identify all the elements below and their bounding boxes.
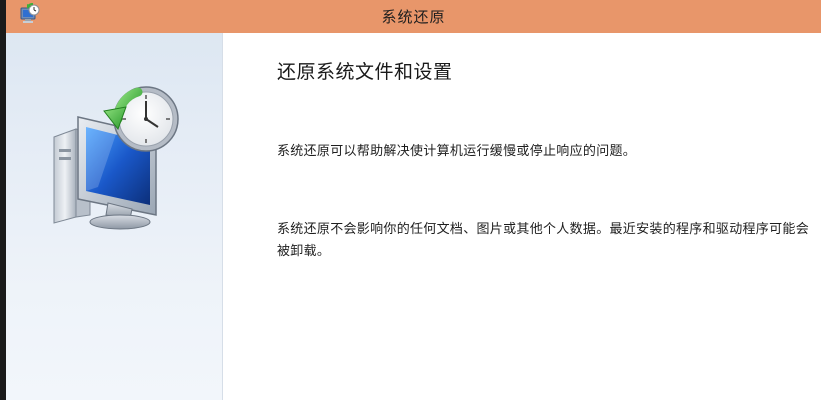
page-title: 还原系统文件和设置 <box>277 61 453 83</box>
title-bar[interactable]: 系统还原 <box>6 0 821 33</box>
side-panel <box>6 33 223 400</box>
description-paragraph-1: 系统还原可以帮助解决使计算机运行缓慢或停止响应的问题。 <box>277 144 637 159</box>
window-title: 系统还原 <box>381 8 446 26</box>
computer-clock-restore-icon <box>46 77 191 232</box>
main-content: 还原系统文件和设置 系统还原可以帮助解决使计算机运行缓慢或停止响应的问题。 系统… <box>277 33 817 400</box>
system-restore-window: 系统还原 还原系统文件和设置 系统还原可以帮助解决使计算机运行缓慢或停止响应的问… <box>0 0 821 400</box>
description-paragraph-2: 系统还原不会影响你的任何文档、图片或其他个人数据。最近安装的程序和驱动程序可能会… <box>277 222 810 259</box>
